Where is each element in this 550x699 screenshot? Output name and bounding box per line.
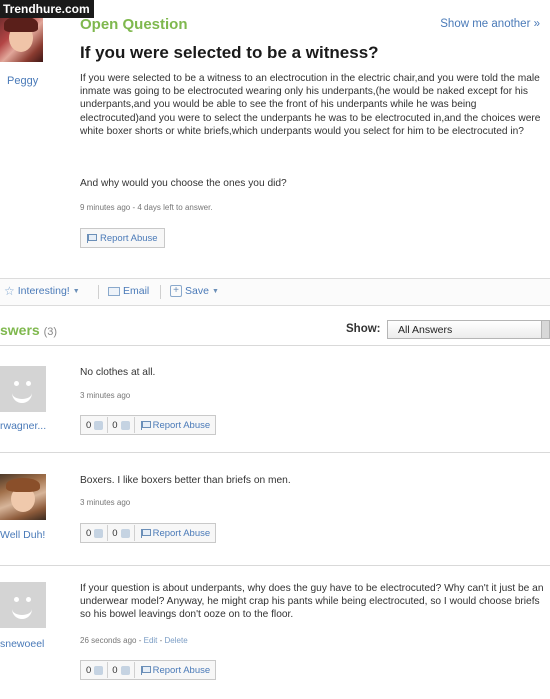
thumbs-up-icon[interactable] bbox=[94, 528, 104, 538]
email-button[interactable]: Email bbox=[108, 285, 149, 297]
divider bbox=[107, 417, 109, 433]
answer-rating-bar: 0 0 Report Abuse bbox=[80, 660, 217, 680]
report-abuse-label: Report Abuse bbox=[152, 419, 211, 431]
report-abuse-label: Report Abuse bbox=[100, 232, 158, 244]
thumbs-down-icon[interactable] bbox=[120, 665, 130, 675]
answer-user-link[interactable]: Well Duh! bbox=[0, 529, 45, 541]
answer-avatar[interactable] bbox=[0, 582, 46, 628]
delete-link[interactable]: Delete bbox=[165, 636, 188, 645]
divider bbox=[0, 565, 550, 566]
thumbs-down-count: 0 bbox=[112, 664, 118, 676]
mail-icon bbox=[108, 286, 120, 296]
divider bbox=[107, 662, 109, 678]
answer-time: 26 seconds ago - bbox=[80, 636, 144, 645]
divider bbox=[98, 285, 99, 299]
question-followup: And why would you choose the ones you di… bbox=[80, 178, 287, 189]
answer-user-link[interactable]: rwagner... bbox=[0, 420, 46, 432]
answer-user-link[interactable]: snewoeel bbox=[0, 638, 44, 650]
divider bbox=[160, 285, 161, 299]
answer-report-abuse-button[interactable]: Report Abuse bbox=[139, 527, 211, 539]
answers-filter-select[interactable]: All Answers bbox=[387, 320, 550, 339]
divider bbox=[133, 662, 135, 678]
question-meta: 9 minutes ago - 4 days left to answer. bbox=[80, 203, 213, 212]
show-another-link[interactable]: Show me another » bbox=[440, 18, 540, 30]
divider bbox=[0, 345, 550, 346]
thumbs-down-icon[interactable] bbox=[120, 420, 130, 430]
asker-name-link[interactable]: Peggy bbox=[7, 75, 38, 87]
thumbs-up-count: 0 bbox=[86, 527, 92, 539]
answer-text: No clothes at all. bbox=[80, 367, 156, 378]
star-icon: ☆ bbox=[4, 284, 15, 298]
email-label: Email bbox=[123, 285, 150, 297]
divider bbox=[107, 525, 109, 541]
flag-icon bbox=[140, 528, 151, 538]
thumbs-down-count: 0 bbox=[112, 527, 118, 539]
report-abuse-label: Report Abuse bbox=[152, 527, 211, 539]
plus-icon: + bbox=[170, 285, 182, 297]
question-action-bar: ☆ Interesting! ▼ Email + Save ▼ bbox=[0, 278, 550, 306]
thumbs-up-icon[interactable] bbox=[94, 665, 104, 675]
divider bbox=[0, 452, 550, 453]
answer-meta: 3 minutes ago bbox=[80, 498, 131, 507]
answer-rating-bar: 0 0 Report Abuse bbox=[80, 415, 217, 435]
answer-report-abuse-button[interactable]: Report Abuse bbox=[139, 419, 211, 431]
answer-report-abuse-button[interactable]: Report Abuse bbox=[139, 664, 211, 676]
answers-heading: swers (3) bbox=[0, 322, 57, 338]
divider bbox=[133, 525, 135, 541]
thumbs-up-icon[interactable] bbox=[94, 420, 104, 430]
answer-meta: 26 seconds ago - Edit - Delete bbox=[80, 636, 188, 645]
thumbs-up-count: 0 bbox=[86, 419, 92, 431]
question-title: If you were selected to be a witness? bbox=[80, 43, 379, 62]
answers-filter-value: All Answers bbox=[398, 324, 453, 336]
show-filter-label: Show: bbox=[346, 323, 381, 335]
chevron-down-icon bbox=[541, 321, 549, 338]
answer-avatar[interactable] bbox=[0, 474, 46, 520]
answer-text: If your question is about underpants, wh… bbox=[80, 583, 544, 621]
answer-rating-bar: 0 0 Report Abuse bbox=[80, 523, 217, 543]
interesting-button[interactable]: ☆ Interesting! ▼ bbox=[4, 285, 80, 297]
asker-avatar[interactable] bbox=[0, 14, 43, 62]
question-body: If you were selected to be a witness to … bbox=[80, 73, 541, 137]
report-abuse-label: Report Abuse bbox=[152, 664, 211, 676]
save-label: Save bbox=[185, 285, 209, 297]
site-watermark: Trendhure.com bbox=[0, 0, 94, 18]
answers-count: (3) bbox=[43, 326, 58, 338]
question-report-abuse-button[interactable]: Report Abuse bbox=[80, 228, 165, 248]
answer-text: Boxers. I like boxers better than briefs… bbox=[80, 475, 291, 486]
answer-meta: 3 minutes ago bbox=[80, 391, 131, 400]
save-button[interactable]: + Save ▼ bbox=[170, 285, 219, 297]
interesting-label: Interesting! bbox=[17, 285, 70, 297]
thumbs-down-count: 0 bbox=[112, 419, 118, 431]
chevron-down-icon: ▼ bbox=[72, 287, 80, 295]
flag-icon bbox=[87, 233, 97, 243]
thumbs-down-icon[interactable] bbox=[120, 528, 130, 538]
flag-icon bbox=[140, 665, 151, 675]
divider bbox=[133, 417, 135, 433]
thumbs-up-count: 0 bbox=[86, 664, 92, 676]
flag-icon bbox=[140, 420, 151, 430]
answers-heading-label: swers bbox=[0, 322, 40, 338]
answer-avatar[interactable] bbox=[0, 366, 46, 412]
edit-link[interactable]: Edit bbox=[144, 636, 158, 645]
open-question-label: Open Question bbox=[80, 16, 188, 33]
meta-separator: - bbox=[157, 636, 165, 645]
chevron-down-icon: ▼ bbox=[211, 287, 219, 295]
